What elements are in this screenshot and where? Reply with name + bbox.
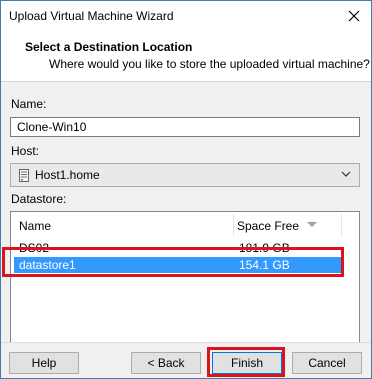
window-title: Upload Virtual Machine Wizard: [9, 9, 174, 23]
column-divider[interactable]: [233, 214, 234, 236]
name-field[interactable]: [10, 117, 360, 137]
host-value: Host1.home: [35, 168, 100, 182]
datastore-space-free: 181.9 GB: [239, 241, 290, 255]
back-button[interactable]: < Back: [131, 352, 201, 374]
host-dropdown[interactable]: Host1.home: [10, 163, 360, 187]
close-button[interactable]: [337, 1, 371, 31]
wizard-header: Select a Destination Location Where woul…: [1, 31, 371, 82]
column-header-name[interactable]: Name: [19, 212, 51, 236]
close-icon: [348, 10, 360, 22]
name-label: Name:: [11, 97, 47, 111]
table-row[interactable]: DS02 181.9 GB: [11, 240, 343, 256]
footer-divider: [1, 342, 371, 343]
page-subheading: Where would you like to store the upload…: [49, 57, 370, 71]
page-heading: Select a Destination Location: [25, 40, 193, 54]
datastore-space-free: 154.1 GB: [239, 258, 290, 272]
cancel-button[interactable]: Cancel: [292, 352, 362, 374]
host-label: Host:: [11, 144, 40, 158]
datastore-label: Datastore:: [11, 192, 67, 206]
finish-button[interactable]: Finish: [212, 352, 282, 374]
help-button[interactable]: Help: [9, 352, 79, 374]
datastore-list[interactable]: Name Space Free DS02 181.9 GB datastore1…: [10, 211, 360, 343]
datastore-name: datastore1: [19, 258, 76, 272]
table-row-selected[interactable]: datastore1 154.1 GB: [14, 257, 343, 273]
sort-desc-icon: [307, 222, 317, 227]
table-header: Name Space Free: [11, 212, 359, 236]
column-header-space-free[interactable]: Space Free: [237, 212, 299, 236]
chevron-down-icon: [341, 171, 351, 177]
datastore-name: DS02: [19, 241, 50, 255]
column-divider[interactable]: [341, 214, 342, 236]
title-bar: Upload Virtual Machine Wizard: [1, 1, 371, 31]
host-icon: [19, 169, 29, 182]
wizard-window: Upload Virtual Machine Wizard Select a D…: [0, 0, 372, 379]
